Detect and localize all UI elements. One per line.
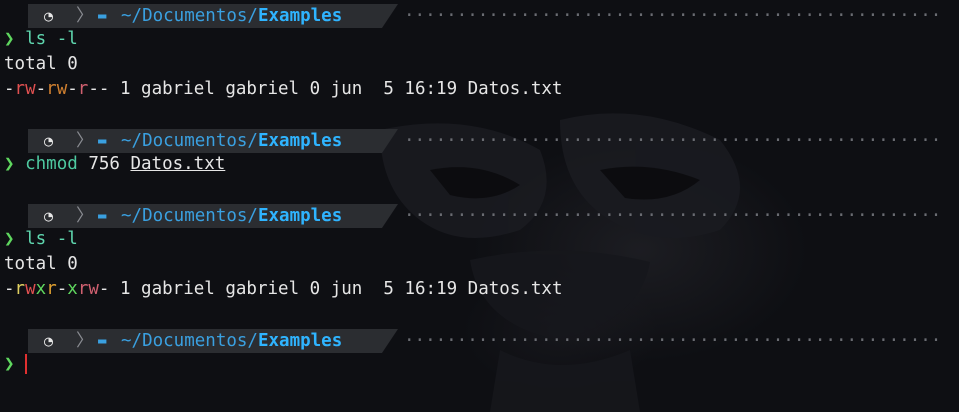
path-directory: Examples xyxy=(257,206,343,226)
prompt-bar: ◔ 〉 ▬ ~/Documentos/Examples ············… xyxy=(0,2,959,28)
prompt-path: ~/Documentos/Examples xyxy=(121,129,342,153)
prompt-dots: ········································… xyxy=(404,6,944,26)
command-line: ❯ chmod 756 Datos.txt xyxy=(0,152,959,177)
output-line: -rw-rw-r-- 1 gabriel gabriel 0 jun 5 16:… xyxy=(0,77,959,102)
prompt-dots: ········································… xyxy=(404,131,944,151)
prompt-path: ~/Documentos/Examples xyxy=(121,204,342,228)
prompt-chevron: ❯ xyxy=(4,154,15,174)
path-prefix: ~/Documentos/ xyxy=(121,6,258,26)
command-text: ls -l xyxy=(25,229,78,249)
file-listing: 1 gabriel gabriel 0 jun 5 16:19 Datos.tx… xyxy=(109,79,563,99)
command-name: chmod xyxy=(25,154,78,174)
terminal-window[interactable]: ◔ 〉 ▬ ~/Documentos/Examples ············… xyxy=(0,0,959,412)
folder-icon: ▬ xyxy=(98,133,107,149)
path-prefix: ~/Documentos/ xyxy=(121,206,258,226)
separator-icon: 〉 xyxy=(76,131,94,151)
linux-icon: ◔ xyxy=(44,332,54,350)
file-listing: 1 gabriel gabriel 0 jun 5 16:19 Datos.tx… xyxy=(109,279,563,299)
prompt-bar: ◔ 〉 ▬ ~/Documentos/Examples ············… xyxy=(0,127,959,153)
linux-icon: ◔ xyxy=(44,132,54,150)
output-line: -rwxr-xrw- 1 gabriel gabriel 0 jun 5 16:… xyxy=(0,277,959,302)
separator-icon: 〉 xyxy=(76,331,94,351)
prompt-chevron: ❯ xyxy=(4,229,15,249)
prompt-dots: ········································… xyxy=(404,331,944,351)
path-prefix: ~/Documentos/ xyxy=(121,331,258,351)
command-block-1: ◔ 〉 ▬ ~/Documentos/Examples ············… xyxy=(0,2,959,102)
path-directory: Examples xyxy=(257,6,343,26)
command-input-line[interactable]: ❯ xyxy=(0,352,959,377)
command-line: ❯ ls -l xyxy=(0,227,959,252)
command-block-3: ◔ 〉 ▬ ~/Documentos/Examples ············… xyxy=(0,202,959,302)
permissions: -rwxr-xrw- xyxy=(4,279,110,299)
text-cursor xyxy=(24,354,27,374)
prompt-path: ~/Documentos/Examples xyxy=(121,329,342,353)
prompt-chevron: ❯ xyxy=(4,354,15,374)
command-block-2: ◔ 〉 ▬ ~/Documentos/Examples ············… xyxy=(0,127,959,177)
folder-icon: ▬ xyxy=(98,333,107,349)
path-directory: Examples xyxy=(257,131,343,151)
prompt-chevron: ❯ xyxy=(4,29,15,49)
path-prefix: ~/Documentos/ xyxy=(121,131,258,151)
folder-icon: ▬ xyxy=(98,8,107,24)
prompt-path: ~/Documentos/Examples xyxy=(121,4,342,28)
output-line: total 0 xyxy=(4,254,78,274)
command-line: ❯ ls -l xyxy=(0,27,959,52)
linux-icon: ◔ xyxy=(44,7,54,25)
command-mode: 756 xyxy=(77,154,131,174)
separator-icon: 〉 xyxy=(76,6,94,26)
output-line: total 0 xyxy=(4,54,78,74)
folder-icon: ▬ xyxy=(98,208,107,224)
prompt-dots: ········································… xyxy=(404,206,944,226)
command-block-4: ◔ 〉 ▬ ~/Documentos/Examples ············… xyxy=(0,327,959,377)
path-directory: Examples xyxy=(257,331,343,351)
command-file-argument: Datos.txt xyxy=(130,154,226,174)
separator-icon: 〉 xyxy=(76,206,94,226)
linux-icon: ◔ xyxy=(44,207,54,225)
command-text: ls -l xyxy=(25,29,78,49)
prompt-bar: ◔ 〉 ▬ ~/Documentos/Examples ············… xyxy=(0,327,959,353)
permissions: -rw-rw-r-- xyxy=(4,79,110,99)
prompt-bar: ◔ 〉 ▬ ~/Documentos/Examples ············… xyxy=(0,202,959,228)
